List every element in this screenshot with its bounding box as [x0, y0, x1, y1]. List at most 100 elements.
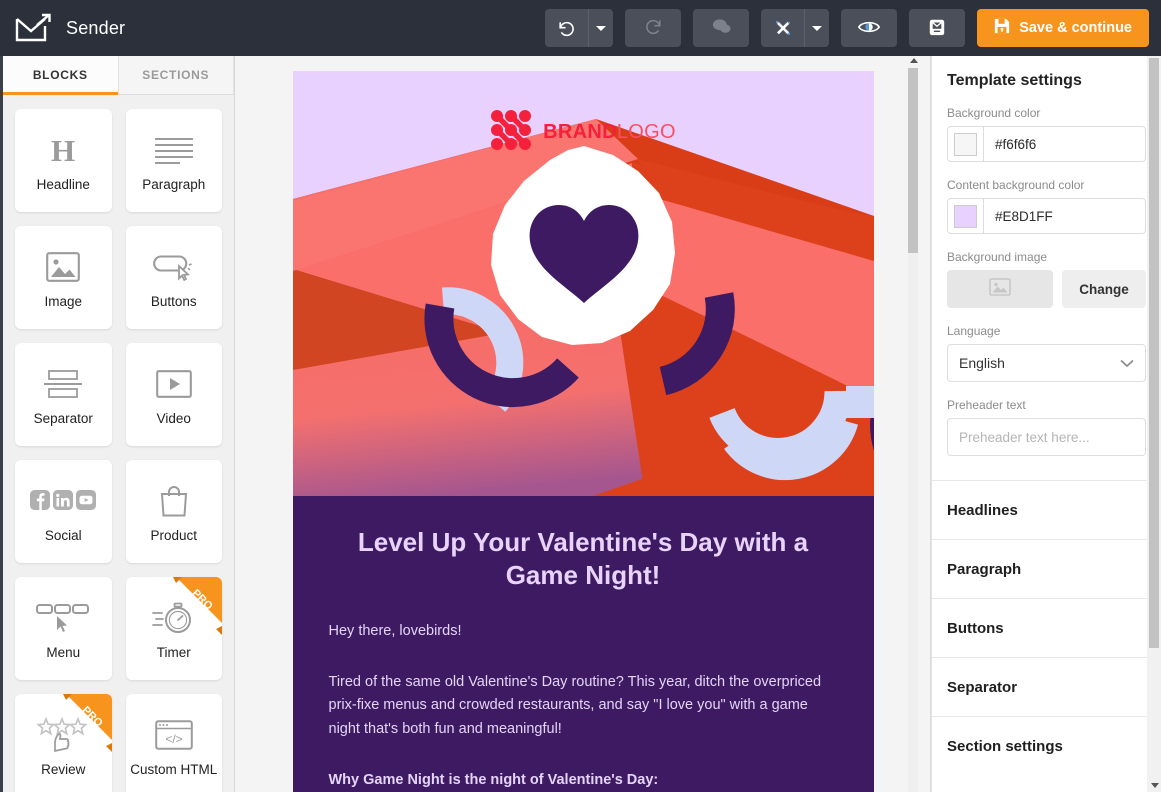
background-color-swatch[interactable] [954, 132, 977, 156]
background-color-swatch-cell[interactable] [948, 127, 984, 161]
background-color-value[interactable]: #f6f6f6 [984, 127, 1145, 161]
email-paragraph[interactable]: Tired of the same old Valentine's Day ro… [329, 671, 838, 741]
block-label: Video [156, 410, 191, 426]
background-image-label: Background image [947, 250, 1048, 264]
background-image-preview[interactable] [947, 270, 1053, 308]
email-body-section[interactable]: Level Up Your Valentine's Day with a Gam… [292, 496, 874, 792]
block-video[interactable]: Video [125, 342, 222, 446]
menu-cursor-icon [36, 597, 90, 639]
block-label: Separator [33, 410, 93, 426]
background-image-field: Background image Change [947, 250, 1146, 308]
magic-wand-icon[interactable] [761, 9, 806, 47]
preheader-input[interactable]: Preheader text here... [947, 418, 1146, 456]
image-picture-icon [46, 246, 81, 288]
svg-text:H: H [51, 134, 75, 166]
block-social[interactable]: Social [15, 459, 112, 563]
section-paragraph[interactable]: Paragraph [932, 539, 1161, 598]
redo-button[interactable] [625, 9, 682, 47]
background-color-input[interactable]: #f6f6f6 [947, 126, 1146, 162]
template-settings-panel: Template settings Background color #f6f6… [931, 56, 1161, 792]
block-label: Timer [156, 644, 191, 660]
save-and-continue-button[interactable]: Save & continue [977, 9, 1149, 47]
email-hero-section[interactable]: BRANDLOGO [292, 71, 874, 496]
envelope-arrow-icon [14, 13, 52, 43]
button-cursor-icon [152, 246, 195, 288]
tools-button-group[interactable] [761, 9, 830, 47]
email-template[interactable]: BRANDLOGO Level Up Your Valentine's Day … [292, 71, 874, 792]
scroll-up-arrow-icon[interactable] [910, 58, 918, 63]
envelope-check-icon [928, 17, 946, 40]
section-headlines[interactable]: Headlines [932, 480, 1161, 539]
content-background-color-value[interactable]: #E8D1FF [984, 199, 1145, 233]
brand-logo-brand: BRAND [543, 121, 617, 143]
block-buttons[interactable]: Buttons [125, 225, 222, 329]
send-test-email-button[interactable] [909, 9, 966, 47]
background-color-field: Background color #f6f6f6 [947, 106, 1146, 162]
separator-icon [43, 363, 83, 405]
canvas-scrollbar[interactable] [906, 56, 920, 792]
block-image[interactable]: Image [15, 225, 112, 329]
background-color-label: Background color [947, 106, 1041, 120]
section-separator[interactable]: Separator [932, 657, 1161, 716]
preview-button[interactable] [841, 9, 898, 47]
section-settings[interactable]: Section settings [932, 716, 1161, 775]
block-label: Custom HTML [130, 761, 218, 777]
headline-h-icon: H [48, 129, 78, 171]
block-review[interactable]: Review PRO [15, 693, 112, 792]
section-buttons[interactable]: Buttons [932, 598, 1161, 657]
product-bag-icon [159, 480, 189, 522]
app-body: BLOCKS SECTIONS H Headline Paragraph Ima… [0, 56, 1161, 792]
undo-icon[interactable] [545, 9, 590, 47]
block-label: Headline [36, 176, 90, 192]
save-button-label: Save & continue [1019, 20, 1132, 36]
brand-logo: BRANDLOGO [293, 109, 874, 156]
brand-logo-text: BRANDLOGO [543, 121, 676, 144]
image-placeholder-icon [989, 277, 1011, 301]
content-background-color-swatch[interactable] [954, 204, 977, 228]
block-headline[interactable]: H Headline [15, 108, 112, 212]
block-separator[interactable]: Separator [15, 342, 112, 446]
block-menu[interactable]: Menu [15, 576, 112, 680]
top-toolbar: Sender Save & continue [0, 0, 1161, 56]
comments-button[interactable] [693, 9, 750, 47]
brand-logo-suffix: LOGO [616, 121, 676, 143]
email-headline[interactable]: Level Up Your Valentine's Day with a Gam… [329, 524, 838, 592]
tab-sections[interactable]: SECTIONS [118, 56, 234, 94]
blocks-panel: BLOCKS SECTIONS H Headline Paragraph Ima… [3, 56, 235, 792]
settings-scrollbar-thumb[interactable] [1149, 58, 1159, 648]
blocks-grid: H Headline Paragraph Image Buttons Separ… [3, 95, 234, 792]
panel-tabs: BLOCKS SECTIONS [3, 56, 234, 95]
preheader-label: Preheader text [947, 398, 1026, 412]
comment-bubble-icon [711, 17, 732, 39]
tools-caret[interactable] [805, 9, 829, 47]
canvas-scrollbar-thumb[interactable] [908, 68, 918, 253]
eye-icon [858, 18, 881, 39]
change-background-image-button[interactable]: Change [1062, 270, 1146, 308]
block-custom-html[interactable]: </> Custom HTML [125, 693, 222, 792]
video-play-icon [155, 363, 192, 405]
save-disk-icon [994, 18, 1010, 38]
language-value: English [959, 355, 1005, 371]
block-label: Product [150, 527, 198, 543]
content-background-color-input[interactable]: #E8D1FF [947, 198, 1146, 234]
email-greeting[interactable]: Hey there, lovebirds! [329, 620, 838, 643]
block-label: Buttons [150, 293, 197, 309]
block-label: Paragraph [142, 176, 206, 192]
block-label: Image [44, 293, 83, 309]
language-field: Language English [947, 324, 1146, 382]
content-background-color-swatch-cell[interactable] [948, 199, 984, 233]
block-product[interactable]: Product [125, 459, 222, 563]
block-paragraph[interactable]: Paragraph [125, 108, 222, 212]
email-subheading[interactable]: Why Game Night is the night of Valentine… [329, 769, 838, 792]
brandlogo-dots-icon [490, 109, 532, 156]
content-background-color-label: Content background color [947, 178, 1085, 192]
settings-scrollbar[interactable] [1147, 56, 1161, 792]
timer-stopwatch-icon [151, 597, 197, 639]
undo-history-caret[interactable] [589, 9, 613, 47]
tab-blocks[interactable]: BLOCKS [3, 56, 119, 95]
undo-button-group[interactable] [545, 9, 614, 47]
language-select[interactable]: English [947, 344, 1146, 382]
scroll-down-arrow-icon[interactable] [1151, 783, 1159, 788]
block-timer[interactable]: Timer PRO [125, 576, 222, 680]
paragraph-lines-icon [154, 129, 194, 171]
